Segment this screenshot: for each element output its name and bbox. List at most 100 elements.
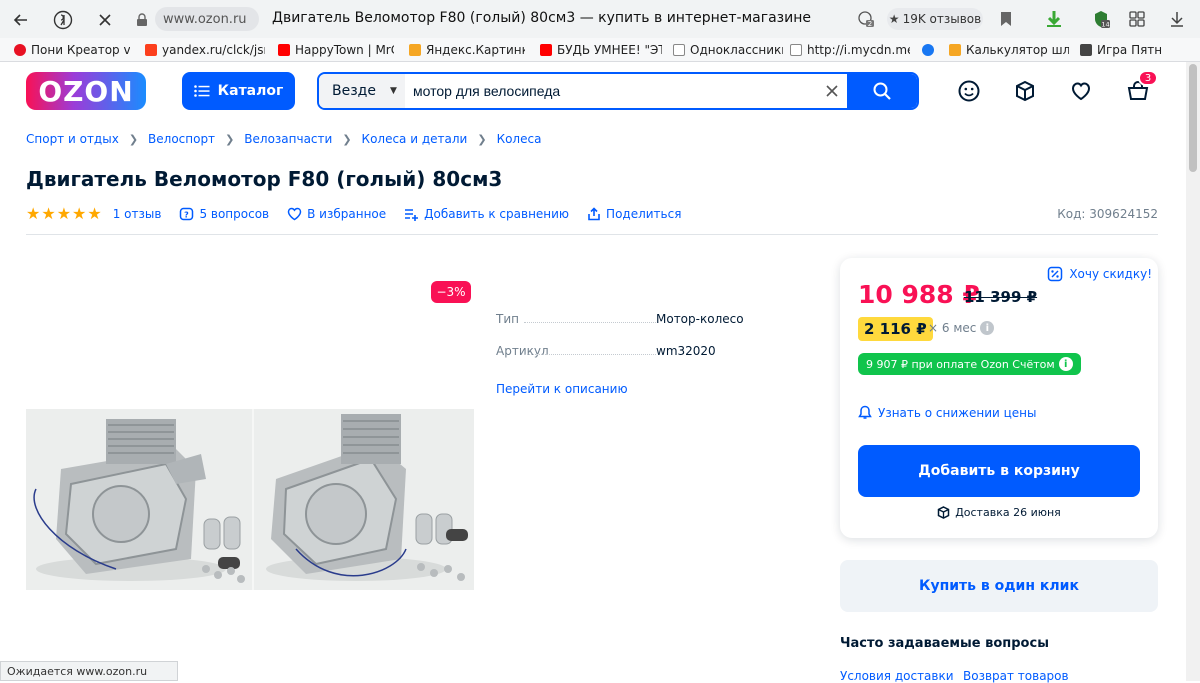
bookmark-item[interactable]: Пони Креатор v3: [14, 42, 130, 58]
star-icon: ★: [56, 204, 72, 223]
share-icon: [588, 207, 600, 221]
product-photo[interactable]: [26, 409, 474, 590]
reviews-link[interactable]: 1 отзыв: [113, 207, 162, 221]
page-scrollbar[interactable]: [1186, 62, 1200, 681]
spec-name: Тип: [496, 312, 656, 326]
bookmark-item[interactable]: http://i.mycdn.me/: [790, 42, 910, 58]
bookmark-item[interactable]: HappyTown | MrC: [278, 42, 394, 58]
bookmark-item[interactable]: Одноклассники: [673, 42, 783, 58]
logo-text: OZON: [38, 74, 134, 108]
scroll-thumb[interactable]: [1189, 64, 1197, 172]
bookmark-label: HappyTown | MrC: [295, 43, 394, 57]
current-price: 10 988 ₽: [858, 280, 980, 309]
questions-link-label: 5 вопросов: [199, 207, 270, 221]
catalog-label: Каталог: [217, 83, 284, 99]
browser-toolbar: www.ozon.ru Двигатель Веломотор F80 (гол…: [0, 0, 1200, 38]
spec-row: Артикул wm32020: [496, 342, 756, 358]
menu-icon: [193, 85, 210, 97]
bookmark-label: Игра Пятн: [1097, 43, 1163, 57]
clear-search-icon[interactable]: [823, 82, 841, 100]
bookmark-label: Яндекс.Картинки:: [426, 43, 525, 57]
rating-stars[interactable]: ★ ★ ★ ★ ★: [26, 206, 103, 222]
shield-extension-icon[interactable]: 14: [1090, 8, 1112, 30]
address-bar[interactable]: www.ozon.ru: [155, 7, 259, 31]
go-to-description-link[interactable]: Перейти к описанию: [496, 382, 628, 396]
bookmark-label: Пони Креатор v3: [31, 43, 130, 57]
yandex-icon[interactable]: [52, 9, 74, 31]
add-to-favorites-link[interactable]: В избранное: [287, 207, 386, 221]
favorites-heart-icon[interactable]: [1068, 78, 1094, 104]
catalog-button[interactable]: Каталог: [182, 72, 295, 110]
ozon-logo[interactable]: OZON: [26, 72, 146, 110]
smile-icon[interactable]: [956, 78, 982, 104]
share-link[interactable]: Поделиться: [587, 207, 681, 221]
badge-count-left: 2: [868, 20, 872, 28]
want-discount-link[interactable]: Хочу скидку!: [1047, 266, 1152, 282]
buy-one-click-button[interactable]: Купить в один клик: [840, 560, 1158, 612]
search-button[interactable]: [847, 74, 917, 108]
breadcrumb-item[interactable]: Велозапчасти: [244, 132, 332, 146]
stop-loading-icon[interactable]: [94, 9, 116, 31]
bookmark-label: Калькулятор шла: [966, 43, 1069, 57]
page-favicon-icon: [790, 44, 802, 56]
spec-name: Артикул: [496, 344, 656, 358]
price-drop-alert-link[interactable]: Узнать о снижении цены: [858, 405, 1037, 420]
bell-icon: [858, 405, 872, 419]
svg-text:?: ?: [185, 210, 190, 219]
ozon-account-label: 9 907 ₽ при оплате Ozon Счётом: [866, 357, 1055, 371]
caret-down-icon: ▼: [389, 86, 397, 96]
bookmark-item[interactable]: БУДЬ УМНЕЕ! "ЭТ: [540, 42, 662, 58]
old-price: 11 399 ₽: [964, 288, 1038, 306]
bookmark-label: http://i.mycdn.me/: [807, 43, 910, 57]
spec-value: Мотор-колесо: [656, 312, 744, 326]
bookmark-icon[interactable]: [996, 8, 1016, 30]
bookmark-item[interactable]: [922, 42, 938, 58]
compare-link[interactable]: Добавить к сравнению: [404, 207, 569, 221]
back-arrow-icon[interactable]: [10, 9, 32, 31]
bookmark-item[interactable]: Яндекс.Картинки:: [409, 42, 525, 58]
image-favicon-icon: [409, 44, 421, 56]
spec-value: wm32020: [656, 344, 716, 358]
chevron-right-icon: ❯: [128, 132, 139, 146]
bookmark-label: Одноклассники: [690, 43, 783, 57]
bookmark-item[interactable]: Калькулятор шла: [949, 42, 1069, 58]
installment-term-label: × 6 мес: [928, 321, 977, 335]
breadcrumb-item[interactable]: Колеса: [497, 132, 542, 146]
lock-icon[interactable]: [131, 9, 153, 31]
bookmark-item[interactable]: yandex.ru/clck/jsre: [145, 42, 265, 58]
star-icon: ★: [41, 204, 56, 223]
breadcrumb-item[interactable]: Колеса и детали: [362, 132, 468, 146]
download-arrow-icon[interactable]: [1166, 8, 1188, 30]
product-title: Двигатель Веломотор F80 (голый) 80см3: [26, 167, 503, 191]
bookmark-item[interactable]: Игра Пятн: [1080, 42, 1184, 58]
heart-favicon-icon: [14, 44, 26, 56]
search-input[interactable]: [413, 74, 813, 108]
yandex-favicon-icon: [145, 44, 157, 56]
want-discount-label: Хочу скидку!: [1069, 267, 1152, 281]
add-to-cart-button[interactable]: Добавить в корзину: [858, 445, 1140, 497]
divider: [26, 234, 1158, 235]
price-card: Хочу скидку! 10 988 ₽ 11 399 ₽ 2 116 ₽ ×…: [840, 258, 1158, 538]
chevron-right-icon: ❯: [477, 132, 487, 146]
search-scope-select[interactable]: Везде ▼: [319, 74, 405, 108]
badge-count-right: 14: [1101, 21, 1109, 29]
download-manager-icon[interactable]: [1042, 8, 1066, 30]
delivery-label: Доставка 26 июня: [955, 506, 1061, 519]
delivery-box-icon: [937, 506, 950, 519]
price-alert-label: Узнать о снижении цены: [878, 405, 1037, 420]
compare-link-label: Добавить к сравнению: [424, 207, 570, 221]
orders-box-icon[interactable]: [1012, 78, 1038, 104]
bookmark-label: БУДЬ УМНЕЕ! "ЭТ: [557, 43, 662, 57]
reviews-count: 19K отзывов: [902, 12, 982, 26]
breadcrumb-item[interactable]: Велоспорт: [148, 132, 215, 146]
protect-icon[interactable]: 2: [855, 8, 877, 30]
question-bubble-icon: ?: [180, 207, 194, 220]
info-icon[interactable]: i: [980, 321, 995, 335]
collections-icon[interactable]: [1126, 8, 1148, 30]
breadcrumb-item[interactable]: Спорт и отдых: [26, 132, 119, 146]
ozon-account-badge[interactable]: 9 907 ₽ при оплате Ozon Счётом i: [858, 353, 1081, 375]
reviews-pill[interactable]: ★ 19K отзывов: [887, 8, 983, 30]
spec-row: Тип Мотор-колесо: [496, 310, 756, 326]
browser-status-bar: Ожидается www.ozon.ru: [0, 661, 178, 681]
questions-link[interactable]: ? 5 вопросов: [179, 207, 269, 222]
